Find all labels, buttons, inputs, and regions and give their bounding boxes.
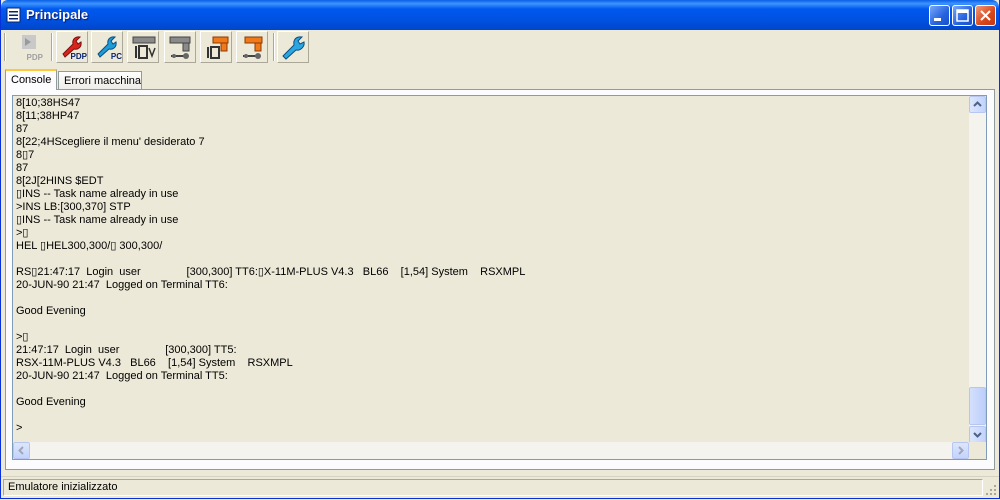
main-window: Principale PDP PDP PC Console Errori mac…	[0, 0, 1000, 499]
pc-settings-button[interactable]: PC	[91, 31, 123, 63]
console-line: >▯	[16, 227, 29, 239]
minimize-button[interactable]	[929, 5, 950, 26]
console-line: 8[22;4HScegliere il menu' desiderato 7	[16, 136, 205, 148]
pdp-label: PDP	[70, 52, 87, 61]
tools-button[interactable]	[277, 31, 309, 63]
chevron-left-icon	[18, 446, 24, 455]
console-line: 20-JUN-90 21:47 Logged on Terminal TT5:	[16, 370, 228, 382]
pdp-settings-button[interactable]: PDP	[56, 31, 88, 63]
toolbar: PDP PDP PC	[1, 30, 999, 68]
vertical-scrollbar[interactable]	[969, 96, 986, 443]
toolbar-separator	[51, 33, 52, 61]
console-line: 8▯7	[16, 149, 35, 161]
console-line: 87	[16, 162, 29, 174]
console-line: 8[10;38HS47	[16, 97, 81, 109]
status-text: Emulatore inizializzato	[3, 479, 983, 496]
connect-orange-button[interactable]	[236, 31, 268, 63]
connect-button[interactable]	[164, 31, 196, 63]
io-gray-icon	[132, 36, 156, 59]
console-line: ▯INS -- Task name already in use	[16, 188, 179, 200]
io-config-button[interactable]	[127, 31, 159, 63]
console-line: Good Evening	[16, 396, 86, 408]
io-orange-icon	[207, 36, 229, 59]
tab-console[interactable]: Console	[5, 69, 57, 90]
console-output[interactable]: 8[10;38HS47 8[11;38HP47 87 8[22;4HScegliere…	[12, 95, 987, 460]
console-line: >▯	[16, 331, 29, 343]
app-menu-icon[interactable]	[6, 7, 21, 23]
tab-errori-macchina[interactable]: Errori macchina	[58, 71, 142, 89]
io-orange-button[interactable]	[200, 31, 232, 63]
tab-panel: 8[10;38HS47 8[11;38HP47 87 8[22;4HScegliere…	[5, 89, 995, 470]
console-line: RSX-11M-PLUS V4.3 BL66 [1,54] System RSX…	[16, 357, 293, 369]
close-icon	[980, 10, 991, 21]
scroll-down-button[interactable]	[969, 426, 986, 443]
console-text[interactable]: 8[10;38HS47 8[11;38HP47 87 8[22;4HScegliere…	[16, 97, 971, 442]
console-line: >INS LB:[300,370] STP	[16, 201, 131, 213]
pdp-disabled-label: PDP	[26, 53, 43, 62]
chevron-right-icon	[958, 446, 964, 455]
tools-wrench-icon	[282, 36, 305, 60]
scrollbar-corner	[969, 442, 986, 459]
scroll-right-button[interactable]	[952, 442, 969, 459]
console-line: 20-JUN-90 21:47 Logged on Terminal TT6:	[16, 279, 228, 291]
console-line: HEL ▯HEL300,300/▯ 300,300/	[16, 240, 163, 252]
chevron-down-icon	[973, 432, 982, 438]
console-line: ▯INS -- Task name already in use	[16, 214, 179, 226]
vertical-scroll-thumb[interactable]	[969, 387, 986, 425]
toolbar-separator	[273, 33, 274, 61]
pdp-disabled-button[interactable]: PDP	[13, 31, 45, 63]
console-line: RS▯21:47:17 Login user [300,300] TT6:▯X-…	[16, 266, 526, 278]
resize-grip-icon[interactable]	[985, 484, 997, 496]
connect-orange-icon	[243, 36, 263, 59]
chevron-up-icon	[973, 101, 982, 107]
title-bar[interactable]: Principale	[1, 0, 999, 30]
console-line: 8[11;38HP47	[16, 110, 80, 122]
maximize-button[interactable]	[952, 5, 973, 26]
scroll-up-button[interactable]	[969, 96, 986, 113]
horizontal-scrollbar[interactable]	[13, 442, 969, 459]
scroll-left-button[interactable]	[13, 442, 30, 459]
window-title: Principale	[26, 7, 89, 22]
console-line: Good Evening	[16, 305, 86, 317]
toolbar-grip	[4, 33, 5, 61]
maximize-icon	[956, 9, 969, 22]
console-line: >	[16, 422, 23, 434]
pc-label: PC	[110, 52, 122, 61]
close-button[interactable]	[975, 5, 996, 26]
status-bar: Emulatore inizializzato	[1, 476, 999, 498]
minimize-icon	[934, 18, 941, 21]
console-line: 87	[16, 123, 29, 135]
console-line: 21:47:17 Login user [300,300] TT5:	[16, 344, 237, 356]
connect-gray-icon	[169, 36, 191, 59]
console-line: 8[2J[2HINS $EDT	[16, 175, 104, 187]
